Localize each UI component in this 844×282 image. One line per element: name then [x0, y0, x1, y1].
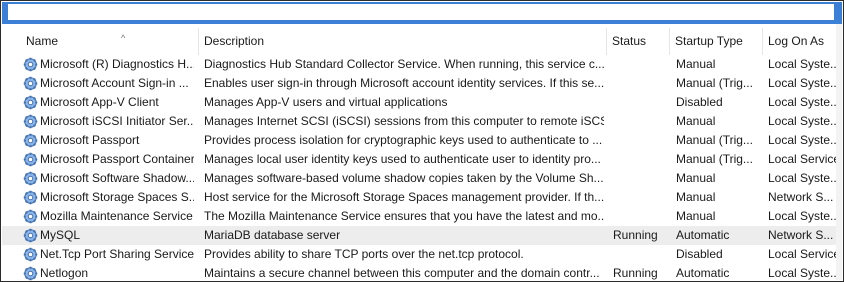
service-log-on-as: Local Syste...	[768, 57, 841, 71]
service-row[interactable]: Net.Tcp Port Sharing Service Provides abi…	[2, 245, 842, 264]
service-status	[613, 55, 669, 74]
service-startup-type: Manual (Trig...	[676, 76, 753, 90]
column-header-status-label: Status	[612, 34, 647, 48]
service-log-on-as: Local Syste...	[768, 95, 841, 109]
service-startup-type: Disabled	[676, 247, 723, 261]
column-header-startup-type-label: Startup Type	[675, 34, 743, 48]
services-window: Name ^ Description Status Startup Type L…	[0, 0, 844, 282]
service-description: Maintains a secure channel between this …	[204, 266, 600, 280]
service-description: Provides process isolation for cryptogra…	[204, 133, 603, 147]
service-status	[613, 112, 669, 131]
column-header-startup-type[interactable]: Startup Type	[670, 28, 763, 55]
service-startup-type: Manual (Trig...	[676, 152, 753, 166]
sort-ascending-icon: ^	[121, 33, 126, 43]
service-startup-type: Automatic	[676, 228, 730, 242]
service-startup-type: Manual	[676, 114, 716, 128]
service-row[interactable]: Microsoft Storage Spaces S... Host servic…	[2, 188, 842, 207]
service-log-on-as: Local Syste...	[768, 209, 841, 223]
service-name: Microsoft Passport Container	[40, 152, 194, 166]
column-header-row: Name ^ Description Status Startup Type L…	[2, 28, 842, 55]
service-name: Microsoft Passport	[40, 133, 140, 147]
column-header-description[interactable]: Description	[199, 28, 607, 55]
service-status	[613, 150, 669, 169]
title-band-inner	[8, 4, 834, 20]
service-row[interactable]: MySQL MariaDB database server Running Autom…	[2, 226, 842, 245]
service-log-on-as: Local Syste...	[768, 133, 841, 147]
service-status	[613, 169, 669, 188]
service-row[interactable]: Microsoft Passport Container Manages loca…	[2, 150, 842, 169]
service-description: MariaDB database server	[204, 228, 341, 242]
column-header-description-label: Description	[204, 34, 265, 48]
service-status	[613, 207, 669, 226]
service-name: Microsoft iSCSI Initiator Ser...	[40, 114, 194, 128]
service-row[interactable]: Microsoft (R) Diagnostics H... Diagnostic…	[2, 55, 842, 74]
column-header-log-on-as[interactable]: Log On As	[763, 28, 842, 55]
vertical-scrollbar[interactable]	[836, 24, 842, 280]
service-log-on-as: Local Service	[768, 152, 841, 166]
column-header-name-label: Name	[26, 34, 59, 48]
service-log-on-as: Network S...	[768, 228, 834, 242]
service-status	[613, 131, 669, 150]
service-name: Microsoft App-V Client	[40, 95, 159, 109]
service-startup-type: Manual (Trig...	[676, 133, 753, 147]
service-startup-type: Manual	[676, 209, 716, 223]
service-log-on-as: Local Syste...	[768, 266, 841, 280]
service-log-on-as: Local Syste...	[768, 114, 841, 128]
column-header-log-on-as-label: Log On As	[768, 34, 825, 48]
service-name: Microsoft Account Sign-in ...	[40, 76, 189, 90]
service-description: Manages software-based volume shadow cop…	[204, 171, 604, 185]
service-description: Host service for the Microsoft Storage S…	[204, 190, 604, 204]
service-row[interactable]: Netlogon Maintains a secure channel betwe…	[2, 264, 842, 281]
service-status: Running	[613, 228, 658, 242]
service-description: Manages App-V users and virtual applicat…	[204, 95, 448, 109]
service-log-on-as: Local Service	[768, 247, 841, 261]
service-row[interactable]: Microsoft Software Shadow... Manages soft…	[2, 169, 842, 188]
service-row[interactable]: Microsoft App-V Client Manages App-V user…	[2, 93, 842, 112]
service-log-on-as: Network S...	[768, 190, 834, 204]
service-description: Manages local user identity keys used to…	[204, 152, 601, 166]
service-name: MySQL	[40, 228, 81, 242]
service-status	[613, 74, 669, 93]
service-description: Enables user sign-in through Microsoft a…	[204, 76, 604, 90]
column-header-name[interactable]: Name ^	[21, 28, 199, 55]
service-startup-type: Automatic	[676, 266, 730, 280]
service-status	[613, 245, 669, 264]
service-log-on-as: Local Syste...	[768, 171, 841, 185]
service-name: Microsoft Storage Spaces S...	[40, 190, 194, 204]
service-log-on-as: Local Syste...	[768, 76, 841, 90]
service-description: Diagnostics Hub Standard Collector Servi…	[204, 57, 604, 71]
service-description: The Mozilla Maintenance Service ensures …	[204, 209, 604, 223]
service-name: Microsoft Software Shadow...	[40, 171, 194, 185]
service-status	[613, 93, 669, 112]
service-row[interactable]: Mozilla Maintenance Service The Mozilla M…	[2, 207, 842, 226]
service-row[interactable]: Microsoft Account Sign-in ... Enables use…	[2, 74, 842, 93]
service-name: Mozilla Maintenance Service	[40, 209, 193, 223]
service-startup-type: Disabled	[676, 95, 723, 109]
service-status: Running	[613, 266, 658, 280]
service-name: Microsoft (R) Diagnostics H...	[40, 57, 194, 71]
service-name: Net.Tcp Port Sharing Service	[40, 247, 194, 261]
column-header-status[interactable]: Status	[607, 28, 670, 55]
service-status	[613, 188, 669, 207]
service-row[interactable]: Microsoft Passport Provides process isola…	[2, 131, 842, 150]
service-startup-type: Manual	[676, 57, 716, 71]
title-band	[2, 2, 842, 24]
services-list: Microsoft (R) Diagnostics H... Diagnostic…	[2, 55, 842, 281]
service-startup-type: Manual	[676, 190, 716, 204]
service-row[interactable]: Microsoft iSCSI Initiator Ser... Manages …	[2, 112, 842, 131]
service-description: Provides ability to share TCP ports over…	[204, 247, 524, 261]
service-description: Manages Internet SCSI (iSCSI) sessions f…	[204, 114, 604, 128]
service-name: Netlogon	[40, 266, 89, 280]
service-startup-type: Manual	[676, 171, 716, 185]
